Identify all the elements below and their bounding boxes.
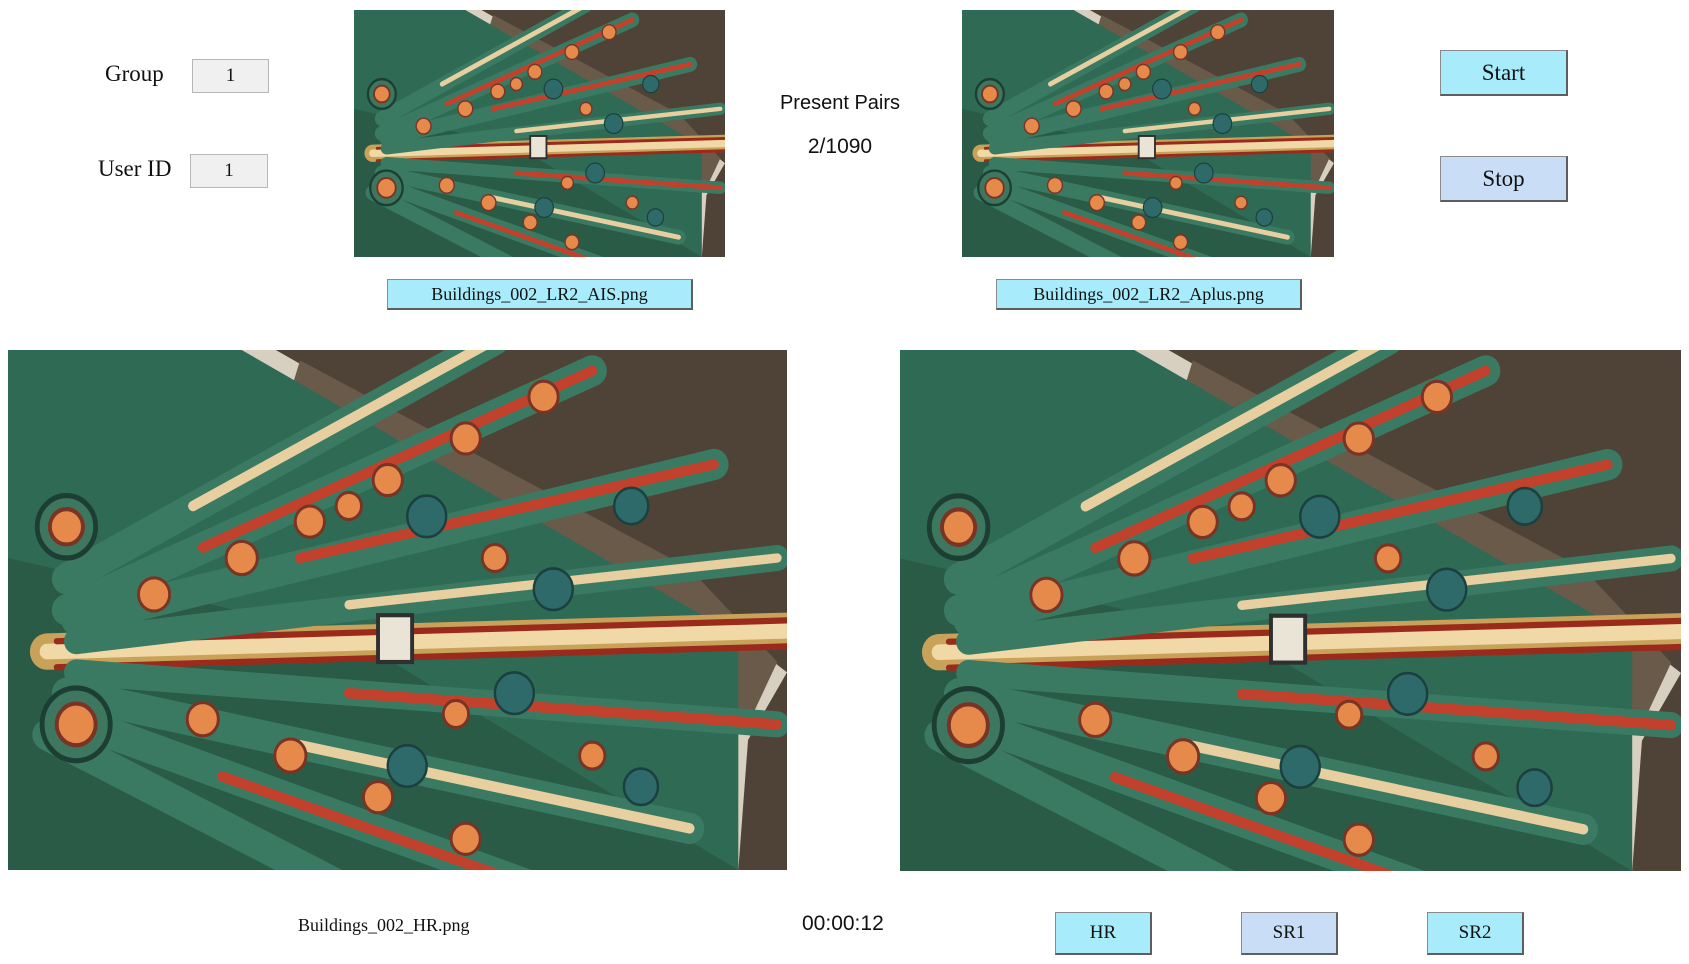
present-pairs-label: Present Pairs bbox=[779, 92, 901, 114]
sr-image-left bbox=[354, 10, 725, 257]
photo-icon bbox=[900, 350, 1681, 871]
hr-filename: Buildings_002_HR.png bbox=[298, 915, 470, 935]
compare-image bbox=[900, 350, 1681, 871]
group-field[interactable]: 1 bbox=[192, 59, 269, 93]
left-file-button[interactable]: Buildings_002_LR2_AIS.png bbox=[387, 279, 693, 310]
sr-image-right bbox=[962, 10, 1334, 257]
photo-icon bbox=[8, 350, 787, 870]
group-label: Group bbox=[105, 61, 164, 86]
hr-button[interactable]: HR bbox=[1055, 912, 1152, 955]
photo-icon bbox=[354, 10, 725, 257]
hr-image bbox=[8, 350, 787, 870]
start-button[interactable]: Start bbox=[1440, 50, 1568, 96]
present-pairs-count: 2/1090 bbox=[807, 135, 873, 158]
userid-field[interactable]: 1 bbox=[190, 154, 268, 188]
timer: 00:00:12 bbox=[802, 912, 884, 935]
stop-button[interactable]: Stop bbox=[1440, 156, 1568, 202]
photo-icon bbox=[962, 10, 1334, 257]
userid-label: User ID bbox=[98, 156, 172, 181]
sr2-button[interactable]: SR2 bbox=[1427, 912, 1524, 955]
sr1-button[interactable]: SR1 bbox=[1241, 912, 1338, 955]
right-file-button[interactable]: Buildings_002_LR2_Aplus.png bbox=[996, 279, 1302, 310]
